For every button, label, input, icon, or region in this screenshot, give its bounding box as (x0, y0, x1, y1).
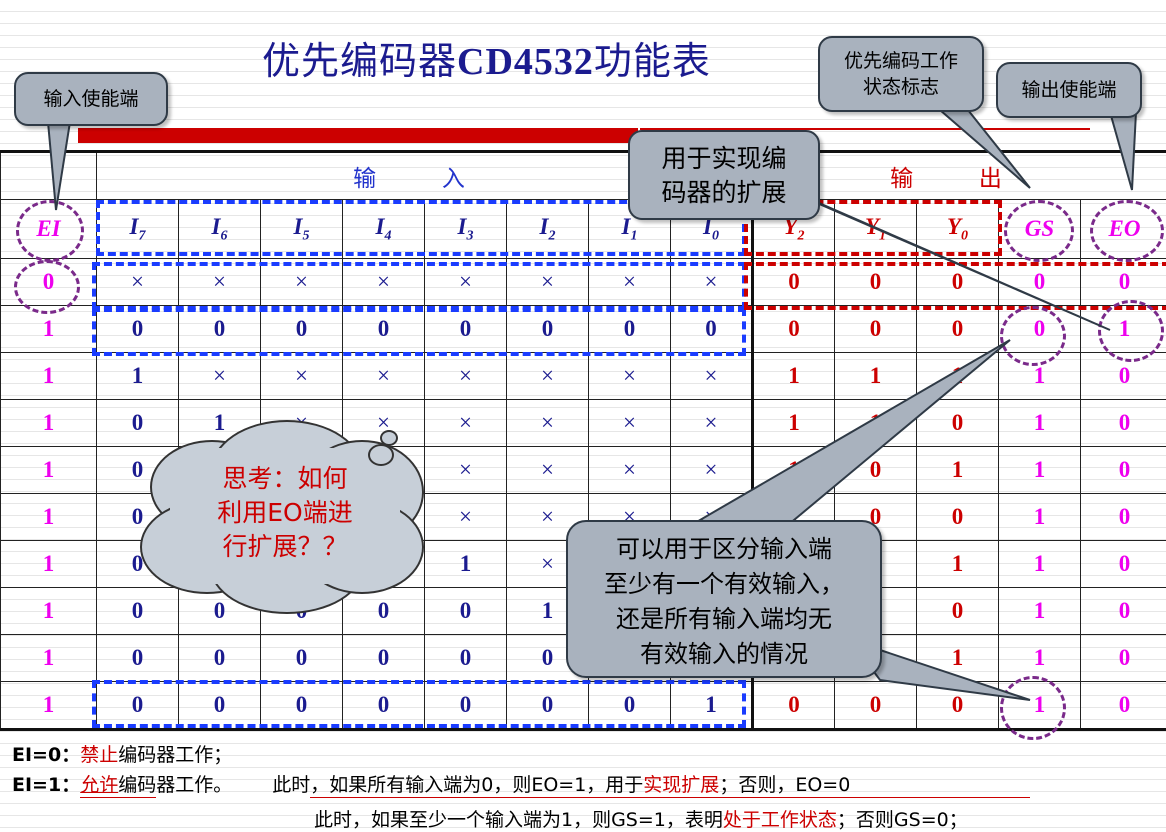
note-underline-right (310, 797, 1030, 798)
distinguish-callout: 可以用于区分输入端 至少有一个有效输入， 还是所有输入端均无 有效输入的情况 (566, 520, 882, 678)
note-underline-left (80, 797, 156, 798)
eo-callout: 输出使能端 (996, 62, 1142, 118)
callout-pointers (46, 109, 1138, 701)
ei-callout: 输入使能端 (14, 72, 168, 126)
note-line-1: EI=0：禁止编码器工作； (12, 744, 233, 766)
think-cloud-text: 思考：如何 利用EO端进 行扩展？？ (217, 464, 353, 561)
gs-callout: 优先编码工作 状态标志 (818, 36, 984, 112)
note-line-2: EI=1：允许编码器工作。 此时，如果所有输入端为0，则EO=1，用于实现扩展；否… (12, 774, 851, 796)
note-line-3: 此时，如果至少一个输入端为1，则GS=1，表明处于工作状态；否则GS=0； (314, 809, 968, 831)
expand-callout: 用于实现编 码器的扩展 (628, 130, 820, 220)
